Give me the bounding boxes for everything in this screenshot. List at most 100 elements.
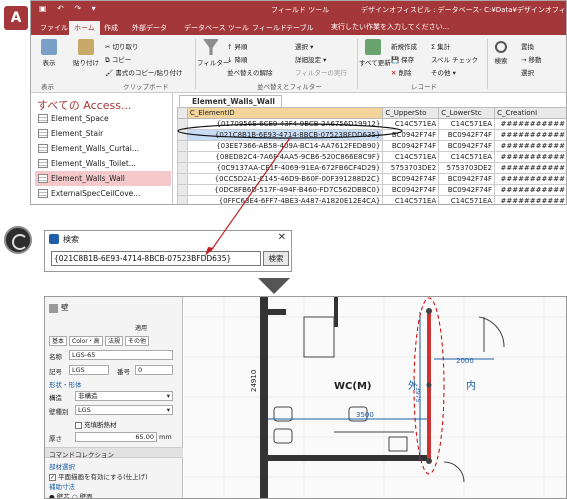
column-header[interactable]: C_ElementID [186,107,384,119]
table-cell[interactable]: ########### [494,173,566,185]
table-cell[interactable]: {0170956E-6CE9-43F4-9BCB-2A6756D19912} [186,118,384,130]
nav-item[interactable]: Element_Stair [35,126,171,141]
find-button[interactable]: 検索 [489,39,513,65]
copy-button[interactable]: ⧉ コピー [105,54,131,65]
command-collection-header[interactable]: コマンドコレクション [45,447,183,459]
row-selector[interactable] [177,173,188,185]
table-cell[interactable]: {03EE7366-AB58-409A-BC14-AA7612FEDB90} [186,140,384,152]
table-row[interactable]: {0C9137AA-CE1F-4069-91EA-672FB6CF4D29} 57… [177,162,566,174]
table-row[interactable]: {0170956E-6CE9-43F4-9BCB-2A6756D19912} C1… [177,118,566,130]
tab-color[interactable]: Color・高 [69,336,103,346]
row-selector[interactable] [177,195,188,204]
replace-button[interactable]: 置換 [521,41,534,51]
table-cell[interactable]: C14C571EA [382,195,440,204]
wall-endpoint[interactable] [426,458,432,464]
row-selector[interactable] [177,162,188,174]
close-icon[interactable]: ✕ [278,232,286,243]
quick-access-toolbar[interactable]: ▣ ↶ ↷ ▾ [39,4,100,13]
tab-file[interactable]: ファイル [35,21,73,35]
table-cell[interactable]: BC0942F74F [438,140,496,152]
filler-checkbox[interactable]: 充填断熱材 [75,419,117,429]
table-row[interactable]: {08ED82C4-7A6F-4AA5-9CB6-520C866E8C9F} C1… [177,151,566,163]
material-select[interactable]: LGS ▾ [75,405,173,415]
delete-record-button[interactable]: ✕ 削除 [391,67,412,77]
column-header[interactable]: C_LowerStc [438,107,496,119]
search-input[interactable] [51,251,261,266]
row-selector[interactable] [177,118,188,130]
search-button[interactable]: 検索 [263,251,289,266]
table-cell[interactable]: C14C571EA [382,118,440,130]
paste-button[interactable]: 貼り付け [71,39,101,67]
tab-external-data[interactable]: 外部データ [127,21,172,35]
radio-group[interactable]: ● 壁芯 ○ 壁面 [49,491,93,498]
table-row[interactable]: {0DC8FB6D-517F-494F-B460-FD7C562DBBC0} BC… [177,184,566,196]
tab-table[interactable]: テーブル [281,21,319,35]
thickness-field[interactable]: 65.00 [75,432,157,442]
spelling-button[interactable]: スペル チェック [431,54,478,64]
table-cell[interactable]: BC0942F74F [438,184,496,196]
refresh-all-button[interactable]: すべて更新 [359,39,391,67]
table-cell[interactable]: C14C571EA [438,151,496,163]
section-shape[interactable]: 形状・形体 [49,379,82,389]
table-row[interactable]: {03EE7366-AB58-409A-BC14-AA7612FEDB90} BC… [177,140,566,152]
table-cell[interactable]: ########### [494,162,566,174]
new-record-button[interactable]: 新規作成 [391,41,417,51]
nav-item-selected[interactable]: Element_Walls_Wall [35,171,171,186]
table-cell[interactable]: 5753703DE2 [382,162,440,174]
clear-sort-button[interactable]: 並べ替えの解除 [227,67,273,77]
table-cell[interactable]: BC0942F74F [438,129,496,141]
sort-desc-button[interactable]: ↓ 降順 [227,54,248,64]
table-cell[interactable]: {0CC5D2A1-C145-46D9-B60F-00F391288D2C} [186,173,384,185]
table-cell[interactable]: {021C8B1B-6E93-4714-8BCB-07523BFDD635} [186,129,384,141]
table-cell[interactable]: ########### [494,195,566,204]
table-tab[interactable]: Element_Walls_Wall [179,95,282,107]
apply-button[interactable]: 適用 [133,324,149,334]
filter-button[interactable]: フィルター [197,39,229,67]
wall-midpoint[interactable] [426,382,432,388]
table-cell[interactable]: BC0942F74F [438,173,496,185]
table-cell[interactable]: {0C9137AA-CE1F-4069-91EA-672FB6CF4D29} [186,162,384,174]
table-cell[interactable]: ########### [494,140,566,152]
table-cell[interactable]: C14C571EA [382,151,440,163]
row-selector-header[interactable] [177,107,188,119]
row-selector[interactable] [177,151,188,163]
table-cell[interactable]: C14C571EA [438,118,496,130]
table-cell[interactable]: {0FFC63E4-6FF7-4BE3-A487-A1820E12E4CA} [186,195,384,204]
column-header[interactable]: C_CreationI [494,107,566,119]
row-selector[interactable] [177,140,188,152]
nav-item[interactable]: Element_Walls_Curtai... [35,141,171,156]
totals-button[interactable]: Σ 集計 [431,41,450,51]
tab-create[interactable]: 作成 [99,21,123,35]
floor-plan-canvas[interactable]: WC(M) 2000 3500 24910 3975 外 内 [184,297,566,498]
cut-button[interactable]: ✂ 切り取り [105,41,139,51]
table-cell[interactable]: ########### [494,151,566,163]
save-record-button[interactable]: 💾 保存 [391,54,414,64]
tab-basic[interactable]: 基本 [49,336,68,346]
advanced-button[interactable]: 詳細設定 ▾ [295,54,326,64]
code-field[interactable]: LGS [69,365,109,375]
structure-select[interactable]: 非構造 ▾ [75,391,173,401]
table-cell[interactable]: {08ED82C4-7A6F-4AA5-9CB6-520C866E8C9F} [186,151,384,163]
table-cell[interactable]: BC0942F74F [382,129,440,141]
tab-home[interactable]: ホーム [69,21,100,35]
table-cell[interactable]: {0DC8FB6D-517F-494F-B460-FD7C562DBBC0} [186,184,384,196]
tell-me-box[interactable]: 実行したい作業を入力してください... [331,22,449,32]
nav-item[interactable]: Element_Walls_Toilet... [35,156,171,171]
section-partial[interactable]: 部材選択 [49,461,75,471]
wall-endpoint[interactable] [426,308,432,314]
nav-item[interactable]: ExternalSpecCeilCove... [35,186,171,201]
table-cell[interactable]: ########### [494,118,566,130]
sort-asc-button[interactable]: ↑ 昇順 [227,41,248,51]
table-row[interactable]: {0CC5D2A1-C145-46D9-B60F-00F391288D2C} BC… [177,173,566,185]
table-cell[interactable]: BC0942F74F [382,140,440,152]
table-row[interactable]: {021C8B1B-6E93-4714-8BCB-07523BFDD635} BC… [177,129,566,141]
section-assist[interactable]: 補助寸法 [49,481,75,491]
table-cell[interactable]: BC0942F74F [382,173,440,185]
table-row[interactable]: {0FFC63E4-6FF7-4BE3-A487-A1820E12E4CA} C1… [177,195,566,204]
tab-database-tools[interactable]: データベース ツール [179,21,254,35]
flat-draw-checkbox[interactable]: ✓ 平面描画を有効にする(仕上げ) [49,471,148,481]
row-selector[interactable] [177,184,188,196]
goto-button[interactable]: → 移動 [521,54,542,64]
row-selector[interactable] [177,129,188,141]
more-button[interactable]: その他 ▾ [431,67,456,77]
